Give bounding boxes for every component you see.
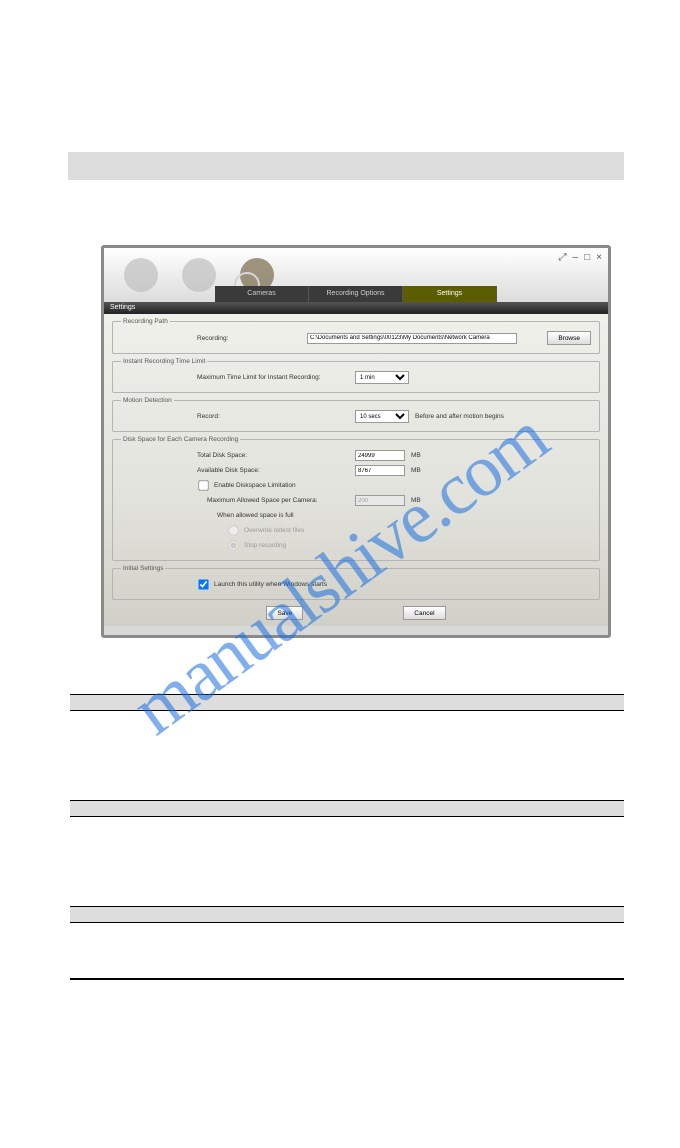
label-enable-disk-limit: Enable Diskspace Limitation — [214, 482, 296, 489]
window-titlebar: ⤢ – □ × Cameras Recording Options Settin… — [104, 248, 608, 302]
label-instant-limit: Maximum Time Limit for Instant Recording… — [197, 374, 355, 381]
table-cell-r1c2 — [240, 711, 624, 801]
radio-overwrite — [228, 525, 238, 535]
launch-startup-checkbox[interactable] — [198, 579, 208, 589]
group-instant-recording: Instant Recording Time Limit Maximum Tim… — [112, 358, 600, 393]
unit-mb-1: MB — [411, 452, 421, 459]
group-recording-path: Recording Path Recording: Browse — [112, 318, 600, 354]
unit-mb-3: MB — [411, 497, 421, 504]
recording-path-input[interactable] — [307, 333, 517, 344]
browse-button[interactable]: Browse — [547, 331, 591, 345]
tab-settings[interactable]: Settings — [403, 286, 497, 302]
label-total-disk: Total Disk Space: — [197, 452, 287, 459]
table-header-2 — [240, 695, 624, 711]
page-top-bar — [68, 152, 624, 180]
max-space-input — [355, 495, 405, 506]
maximize-icon[interactable]: □ — [584, 252, 590, 263]
window-controls: ⤢ – □ × — [559, 252, 602, 263]
close-icon[interactable]: × — [596, 252, 602, 263]
table-header-1 — [70, 695, 240, 711]
label-max-space: Maximum Allowed Space per Camera: — [207, 497, 355, 504]
doc-table — [70, 694, 624, 980]
expand-icon[interactable]: ⤢ — [559, 252, 567, 263]
legend-instant: Instant Recording Time Limit — [121, 358, 207, 365]
group-motion-detection: Motion Detection Record: 10 secs Before … — [112, 397, 600, 432]
motion-record-select[interactable]: 10 secs — [355, 410, 409, 423]
panel-title: Settings — [104, 302, 608, 314]
table-cell-r3c1 — [70, 923, 240, 979]
save-button[interactable]: Save — [266, 606, 303, 620]
unit-mb-2: MB — [411, 467, 421, 474]
table-row-head-2 — [70, 801, 240, 817]
legend-motion: Motion Detection — [121, 397, 174, 404]
total-disk-input — [355, 450, 405, 461]
label-recording: Recording: — [197, 335, 307, 342]
table-cell-r2c2 — [240, 817, 624, 907]
legend-disk: Disk Space for Each Camera Recording — [121, 436, 240, 443]
table-cell-r2c1 — [70, 817, 240, 907]
tab-recording-options[interactable]: Recording Options — [309, 286, 403, 302]
radio-stop — [228, 540, 238, 550]
label-motion-record: Record: — [197, 413, 307, 420]
button-row: Save Cancel — [112, 606, 600, 620]
enable-disk-limit-checkbox[interactable] — [198, 480, 208, 490]
legend-initial: Initial Settings — [121, 565, 165, 572]
instant-limit-select[interactable]: 1 min — [355, 371, 409, 384]
panel-body: Recording Path Recording: Browse Instant… — [104, 314, 608, 626]
label-launch-startup: Launch this utility when Windows starts — [214, 581, 327, 588]
table-cell-r3c2 — [240, 923, 624, 979]
avail-disk-input — [355, 465, 405, 476]
label-overwrite: Overwrite oldest files — [244, 527, 304, 534]
group-disk-space: Disk Space for Each Camera Recording Tot… — [112, 436, 600, 561]
settings-window: ⤢ – □ × Cameras Recording Options Settin… — [101, 245, 611, 638]
label-stop: Stop recording — [244, 542, 286, 549]
tab-bar: Cameras Recording Options Settings — [104, 286, 608, 302]
group-initial-settings: Initial Settings Launch this utility whe… — [112, 565, 600, 600]
cancel-button[interactable]: Cancel — [403, 606, 445, 620]
legend-recording-path: Recording Path — [121, 318, 170, 325]
table-cell-r1c1 — [70, 711, 240, 801]
minimize-icon[interactable]: – — [573, 252, 579, 263]
label-when-full: When allowed space is full — [217, 509, 591, 522]
table-row-head-3 — [70, 907, 240, 923]
label-avail-disk: Available Disk Space: — [197, 467, 287, 474]
tab-cameras[interactable]: Cameras — [215, 286, 309, 302]
motion-note: Before and after motion begins — [415, 413, 504, 420]
